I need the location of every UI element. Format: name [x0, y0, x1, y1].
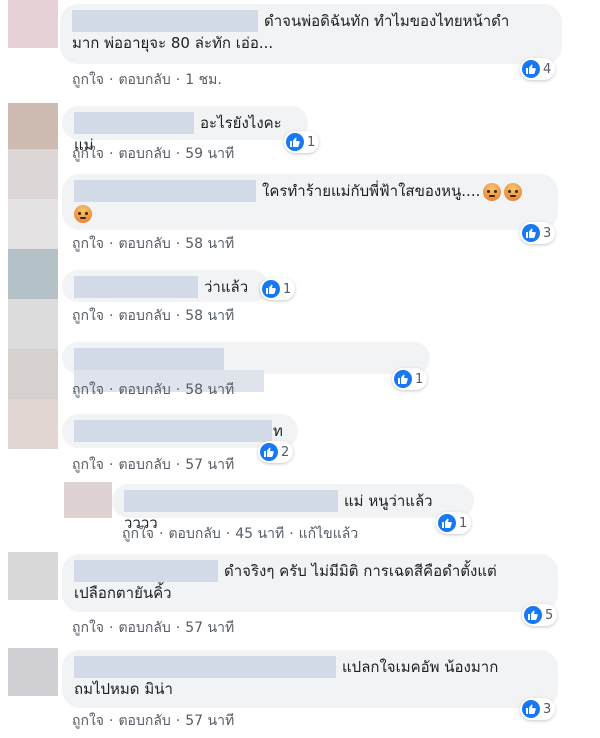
- reaction-count[interactable]: 3: [520, 698, 556, 720]
- reaction-count[interactable]: 1: [436, 512, 472, 534]
- avatar[interactable]: [8, 552, 58, 600]
- like-thumb-icon: [522, 224, 540, 242]
- avatar[interactable]: [8, 648, 58, 696]
- reaction-count[interactable]: 3: [520, 222, 556, 244]
- timestamp[interactable]: 58 นาที: [185, 382, 234, 398]
- avatar[interactable]: [8, 249, 58, 299]
- comment-bubble: อะไรยังไงคะแม่: [62, 106, 308, 154]
- comment-text: ดำจริงๆ ครับ ไม่มีมิติ การเฉดสีคือดำตั้ง…: [224, 562, 497, 580]
- comment-actions: ถูกใจ · ตอบกลับ · 59 นาที: [72, 146, 235, 162]
- comment-text: ถมไปหมด มิน่า: [74, 680, 173, 698]
- timestamp[interactable]: 57 นาที: [185, 457, 234, 473]
- comment-text: ท: [273, 422, 283, 440]
- blurred-author-name[interactable]: [74, 112, 194, 134]
- comment-actions: ถูกใจ · ตอบกลับ · 58 นาที: [72, 308, 235, 324]
- angry-face-icon: [483, 182, 502, 201]
- like-thumb-icon: [394, 370, 412, 388]
- like-link[interactable]: ถูกใจ: [72, 620, 104, 636]
- comment-actions: ถูกใจ · ตอบกลับ · 45 นาที · แก้ไขแล้ว: [122, 526, 359, 542]
- reply-link[interactable]: ตอบกลับ: [118, 146, 170, 162]
- reaction-count[interactable]: 1: [260, 278, 296, 300]
- comment-bubble: แปลกใจเมคอัพ น้องมาก ถมไปหมด มิน่า: [62, 650, 558, 708]
- blurred-author-name[interactable]: [74, 276, 198, 298]
- timestamp[interactable]: 59 นาที: [185, 146, 234, 162]
- avatar[interactable]: [8, 299, 58, 349]
- avatar[interactable]: [64, 482, 112, 518]
- avatar[interactable]: [8, 149, 58, 199]
- reply-link[interactable]: ตอบกลับ: [118, 713, 170, 729]
- blurred-author-name[interactable]: [74, 560, 218, 582]
- timestamp[interactable]: 58 นาที: [185, 236, 234, 252]
- reaction-count[interactable]: 4: [520, 58, 556, 80]
- reply-link[interactable]: ตอบกลับ: [168, 526, 220, 542]
- reply-link[interactable]: ตอบกลับ: [118, 236, 170, 252]
- like-link[interactable]: ถูกใจ: [72, 72, 104, 88]
- like-link[interactable]: ถูกใจ: [72, 308, 104, 324]
- avatar[interactable]: [8, 349, 58, 399]
- comment-bubble: ใครทำร้ายแม่กับพี่ฟ้าใสของหนู....: [62, 174, 558, 230]
- reaction-count[interactable]: 2: [258, 441, 294, 463]
- like-link[interactable]: ถูกใจ: [122, 526, 154, 542]
- comment-bubble: ดำจริงๆ ครับ ไม่มีมิติ การเฉดสีคือดำตั้ง…: [62, 554, 558, 612]
- blurred-author-name[interactable]: [74, 180, 256, 202]
- reply-link[interactable]: ตอบกลับ: [118, 457, 170, 473]
- like-link[interactable]: ถูกใจ: [72, 382, 104, 398]
- avatar[interactable]: [8, 199, 58, 249]
- like-link[interactable]: ถูกใจ: [72, 457, 104, 473]
- like-thumb-icon: [260, 443, 278, 461]
- reply-link[interactable]: ตอบกลับ: [118, 620, 170, 636]
- comment-bubble: แม่ หนูว่าแล้ววววว: [112, 484, 474, 532]
- timestamp[interactable]: 1 ชม.: [185, 72, 222, 88]
- like-link[interactable]: ถูกใจ: [72, 146, 104, 162]
- timestamp[interactable]: 57 นาที: [185, 620, 234, 636]
- blurred-author-name[interactable]: [124, 490, 338, 512]
- comment-text: ดำจนพ่อดิฉันทัก ทำไมของไทยหน้าดำ: [264, 12, 510, 30]
- comment-actions: ถูกใจ · ตอบกลับ · 57 นาที: [72, 713, 235, 729]
- avatar[interactable]: [8, 103, 58, 149]
- comment-text: มาก พ่ออายุจะ 80 ล่ะทัก เอ่อ...: [72, 34, 274, 52]
- reply-link[interactable]: ตอบกลับ: [118, 308, 170, 324]
- reaction-count[interactable]: 5: [522, 604, 558, 626]
- timestamp[interactable]: 57 นาที: [185, 713, 234, 729]
- like-thumb-icon: [286, 133, 304, 151]
- comment-text: ใครทำร้ายแม่กับพี่ฟ้าใสของหนู....: [262, 182, 481, 200]
- angry-face-icon: [74, 204, 92, 223]
- comment-bubble: [62, 342, 430, 392]
- reply-link[interactable]: ตอบกลับ: [118, 382, 170, 398]
- avatar[interactable]: [8, 0, 58, 48]
- reaction-count[interactable]: 1: [392, 368, 428, 390]
- comment-actions: ถูกใจ · ตอบกลับ · 58 นาที: [72, 236, 235, 252]
- reply-link[interactable]: ตอบกลับ: [118, 72, 170, 88]
- avatar[interactable]: [8, 399, 58, 449]
- like-thumb-icon: [522, 60, 540, 78]
- blurred-author-name[interactable]: [72, 10, 258, 32]
- like-thumb-icon: [262, 280, 280, 298]
- blurred-author-name[interactable]: [74, 420, 272, 442]
- blurred-author-name[interactable]: [74, 656, 336, 678]
- angry-face-icon: [504, 182, 523, 201]
- like-thumb-icon: [524, 606, 542, 624]
- comment-actions: ถูกใจ · ตอบกลับ · 58 นาที: [72, 382, 235, 398]
- comment-actions: ถูกใจ · ตอบกลับ · 1 ชม.: [72, 72, 222, 88]
- like-link[interactable]: ถูกใจ: [72, 713, 104, 729]
- like-thumb-icon: [522, 700, 540, 718]
- timestamp[interactable]: 58 นาที: [185, 308, 234, 324]
- comment-actions: ถูกใจ · ตอบกลับ · 57 นาที: [72, 457, 235, 473]
- comment-bubble: ดำจนพ่อดิฉันทัก ทำไมของไทยหน้าดำ มาก พ่อ…: [60, 4, 562, 64]
- comment-bubble: ว่าแล้ว: [62, 270, 268, 302]
- timestamp[interactable]: 45 นาที: [235, 526, 284, 542]
- like-thumb-icon: [438, 514, 456, 532]
- reaction-count[interactable]: 1: [284, 131, 320, 153]
- edited-link[interactable]: แก้ไขแล้ว: [299, 526, 359, 542]
- comment-actions: ถูกใจ · ตอบกลับ · 57 นาที: [72, 620, 235, 636]
- like-link[interactable]: ถูกใจ: [72, 236, 104, 252]
- comment-text: ว่าแล้ว: [204, 278, 249, 296]
- blurred-author-name[interactable]: [74, 348, 224, 370]
- comment-text: แปลกใจเมคอัพ น้องมาก: [342, 658, 499, 676]
- comment-text: เปลือกตายันคิ้ว: [74, 584, 172, 602]
